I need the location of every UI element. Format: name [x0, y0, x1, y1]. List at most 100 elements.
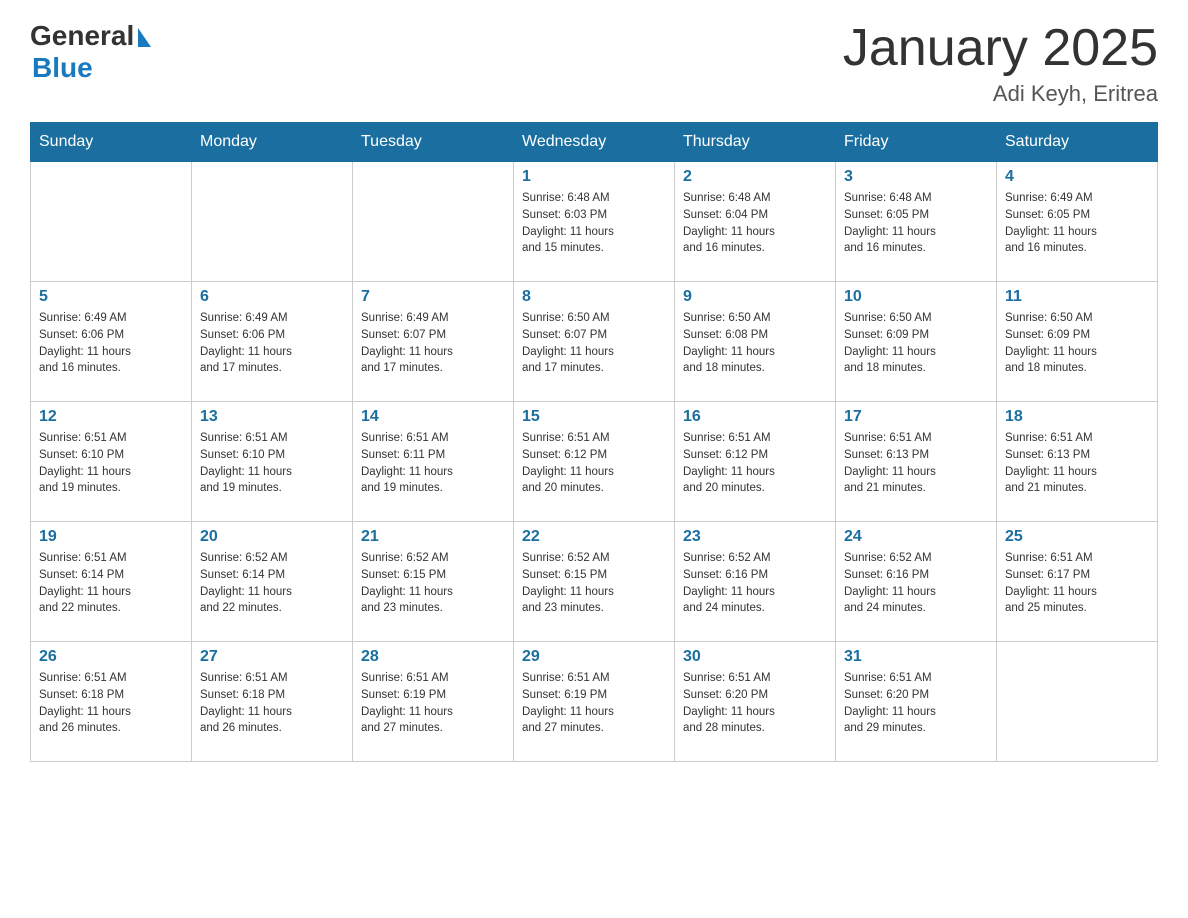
day-number: 2	[683, 168, 827, 186]
day-info: Sunrise: 6:48 AM Sunset: 6:04 PM Dayligh…	[683, 190, 827, 257]
calendar-day-9: 9Sunrise: 6:50 AM Sunset: 6:08 PM Daylig…	[675, 282, 836, 402]
day-info: Sunrise: 6:49 AM Sunset: 6:07 PM Dayligh…	[361, 310, 505, 377]
calendar-day-16: 16 Sunrise: 6:51 AM Sunset: 6:12 PM Dayli…	[675, 402, 836, 522]
day-info: Sunrise: 6:52 AM Sunset: 6:15 PM Dayligh…	[522, 550, 666, 617]
calendar-day-21: 21Sunrise: 6:52 AM Sunset: 6:15 PM Dayli…	[353, 522, 514, 642]
day-info: Sunrise: 6:51 AM Sunset: 6:17 PM Dayligh…	[1005, 550, 1149, 617]
day-number: 15	[522, 408, 666, 426]
calendar-day-15: 15 Sunrise: 6:51 AM Sunset: 6:12 PM Dayli…	[514, 402, 675, 522]
day-number: 1	[522, 168, 666, 186]
calendar-day-4: 4Sunrise: 6:49 AM Sunset: 6:05 PM Daylig…	[997, 162, 1158, 282]
page-subtitle: Adi Keyh, Eritrea	[843, 81, 1158, 107]
calendar-day-29: 29 Sunrise: 6:51 AM Sunset: 6:19 PM Dayli…	[514, 642, 675, 762]
day-number: 13	[200, 408, 344, 426]
calendar-day-30: 30 Sunrise: 6:51 AM Sunset: 6:20 PM Dayli…	[675, 642, 836, 762]
day-info: Sunrise: 6:50 AM Sunset: 6:08 PM Dayligh…	[683, 310, 827, 377]
calendar-table: SundayMondayTuesdayWednesdayThursdayFrid…	[30, 122, 1158, 762]
calendar-day-22: 22 Sunrise: 6:52 AM Sunset: 6:15 PM Dayli…	[514, 522, 675, 642]
day-info: Sunrise: 6:49 AM Sunset: 6:06 PM Dayligh…	[39, 310, 183, 377]
day-number: 17	[844, 408, 988, 426]
weekday-header-friday: Friday	[836, 123, 997, 162]
day-number: 18	[1005, 408, 1149, 426]
day-info: Sunrise: 6:52 AM Sunset: 6:14 PM Dayligh…	[200, 550, 344, 617]
day-info: Sunrise: 6:51 AM Sunset: 6:20 PM Dayligh…	[683, 670, 827, 737]
calendar-day-10: 10Sunrise: 6:50 AM Sunset: 6:09 PM Dayli…	[836, 282, 997, 402]
calendar-header-row: SundayMondayTuesdayWednesdayThursdayFrid…	[31, 123, 1158, 162]
calendar-day-28: 28 Sunrise: 6:51 AM Sunset: 6:19 PM Dayli…	[353, 642, 514, 762]
day-info: Sunrise: 6:51 AM Sunset: 6:10 PM Dayligh…	[200, 430, 344, 497]
logo-general-text: General	[30, 20, 134, 52]
weekday-header-tuesday: Tuesday	[353, 123, 514, 162]
day-number: 21	[361, 528, 505, 546]
calendar-day-8: 8Sunrise: 6:50 AM Sunset: 6:07 PM Daylig…	[514, 282, 675, 402]
calendar-week-row: 1 Sunrise: 6:48 AM Sunset: 6:03 PM Daylig…	[31, 162, 1158, 282]
page-title: January 2025	[843, 20, 1158, 77]
calendar-day-19: 19Sunrise: 6:51 AM Sunset: 6:14 PM Dayli…	[31, 522, 192, 642]
day-number: 16	[683, 408, 827, 426]
weekday-header-saturday: Saturday	[997, 123, 1158, 162]
day-info: Sunrise: 6:51 AM Sunset: 6:12 PM Dayligh…	[522, 430, 666, 497]
day-number: 24	[844, 528, 988, 546]
day-info: Sunrise: 6:51 AM Sunset: 6:18 PM Dayligh…	[200, 670, 344, 737]
day-number: 12	[39, 408, 183, 426]
calendar-day-6: 6 Sunrise: 6:49 AM Sunset: 6:06 PM Daylig…	[192, 282, 353, 402]
calendar-day-17: 17 Sunrise: 6:51 AM Sunset: 6:13 PM Dayli…	[836, 402, 997, 522]
day-info: Sunrise: 6:51 AM Sunset: 6:19 PM Dayligh…	[361, 670, 505, 737]
calendar-day-23: 23Sunrise: 6:52 AM Sunset: 6:16 PM Dayli…	[675, 522, 836, 642]
calendar-empty-cell	[192, 162, 353, 282]
day-info: Sunrise: 6:51 AM Sunset: 6:10 PM Dayligh…	[39, 430, 183, 497]
day-number: 25	[1005, 528, 1149, 546]
day-number: 6	[200, 288, 344, 306]
calendar-day-12: 12 Sunrise: 6:51 AM Sunset: 6:10 PM Dayli…	[31, 402, 192, 522]
logo-blue-text: Blue	[32, 52, 93, 84]
day-info: Sunrise: 6:51 AM Sunset: 6:13 PM Dayligh…	[844, 430, 988, 497]
calendar-day-1: 1 Sunrise: 6:48 AM Sunset: 6:03 PM Daylig…	[514, 162, 675, 282]
calendar-day-26: 26Sunrise: 6:51 AM Sunset: 6:18 PM Dayli…	[31, 642, 192, 762]
day-info: Sunrise: 6:51 AM Sunset: 6:20 PM Dayligh…	[844, 670, 988, 737]
calendar-day-25: 25 Sunrise: 6:51 AM Sunset: 6:17 PM Dayli…	[997, 522, 1158, 642]
calendar-empty-cell	[31, 162, 192, 282]
day-number: 20	[200, 528, 344, 546]
day-info: Sunrise: 6:49 AM Sunset: 6:06 PM Dayligh…	[200, 310, 344, 377]
day-number: 3	[844, 168, 988, 186]
title-section: January 2025 Adi Keyh, Eritrea	[843, 20, 1158, 107]
calendar-week-row: 26Sunrise: 6:51 AM Sunset: 6:18 PM Dayli…	[31, 642, 1158, 762]
day-number: 7	[361, 288, 505, 306]
calendar-day-11: 11Sunrise: 6:50 AM Sunset: 6:09 PM Dayli…	[997, 282, 1158, 402]
day-number: 11	[1005, 288, 1149, 306]
day-info: Sunrise: 6:51 AM Sunset: 6:19 PM Dayligh…	[522, 670, 666, 737]
calendar-day-27: 27Sunrise: 6:51 AM Sunset: 6:18 PM Dayli…	[192, 642, 353, 762]
day-info: Sunrise: 6:51 AM Sunset: 6:14 PM Dayligh…	[39, 550, 183, 617]
calendar-day-31: 31Sunrise: 6:51 AM Sunset: 6:20 PM Dayli…	[836, 642, 997, 762]
day-info: Sunrise: 6:48 AM Sunset: 6:05 PM Dayligh…	[844, 190, 988, 257]
day-number: 10	[844, 288, 988, 306]
day-info: Sunrise: 6:52 AM Sunset: 6:16 PM Dayligh…	[844, 550, 988, 617]
day-info: Sunrise: 6:48 AM Sunset: 6:03 PM Dayligh…	[522, 190, 666, 257]
day-info: Sunrise: 6:52 AM Sunset: 6:16 PM Dayligh…	[683, 550, 827, 617]
calendar-day-7: 7 Sunrise: 6:49 AM Sunset: 6:07 PM Daylig…	[353, 282, 514, 402]
calendar-day-2: 2 Sunrise: 6:48 AM Sunset: 6:04 PM Daylig…	[675, 162, 836, 282]
calendar-day-20: 20 Sunrise: 6:52 AM Sunset: 6:14 PM Dayli…	[192, 522, 353, 642]
day-info: Sunrise: 6:51 AM Sunset: 6:18 PM Dayligh…	[39, 670, 183, 737]
day-number: 5	[39, 288, 183, 306]
weekday-header-wednesday: Wednesday	[514, 123, 675, 162]
calendar-week-row: 5 Sunrise: 6:49 AM Sunset: 6:06 PM Daylig…	[31, 282, 1158, 402]
calendar-day-18: 18 Sunrise: 6:51 AM Sunset: 6:13 PM Dayli…	[997, 402, 1158, 522]
day-info: Sunrise: 6:49 AM Sunset: 6:05 PM Dayligh…	[1005, 190, 1149, 257]
page-header: General Blue January 2025 Adi Keyh, Erit…	[30, 20, 1158, 107]
day-info: Sunrise: 6:51 AM Sunset: 6:12 PM Dayligh…	[683, 430, 827, 497]
calendar-empty-cell	[997, 642, 1158, 762]
day-number: 29	[522, 648, 666, 666]
weekday-header-sunday: Sunday	[31, 123, 192, 162]
logo: General Blue	[30, 20, 151, 84]
calendar-day-24: 24 Sunrise: 6:52 AM Sunset: 6:16 PM Dayli…	[836, 522, 997, 642]
calendar-week-row: 12 Sunrise: 6:51 AM Sunset: 6:10 PM Dayli…	[31, 402, 1158, 522]
calendar-day-3: 3 Sunrise: 6:48 AM Sunset: 6:05 PM Daylig…	[836, 162, 997, 282]
day-number: 22	[522, 528, 666, 546]
day-number: 28	[361, 648, 505, 666]
day-number: 30	[683, 648, 827, 666]
weekday-header-monday: Monday	[192, 123, 353, 162]
day-info: Sunrise: 6:51 AM Sunset: 6:11 PM Dayligh…	[361, 430, 505, 497]
logo-triangle-icon	[138, 28, 151, 47]
day-info: Sunrise: 6:51 AM Sunset: 6:13 PM Dayligh…	[1005, 430, 1149, 497]
